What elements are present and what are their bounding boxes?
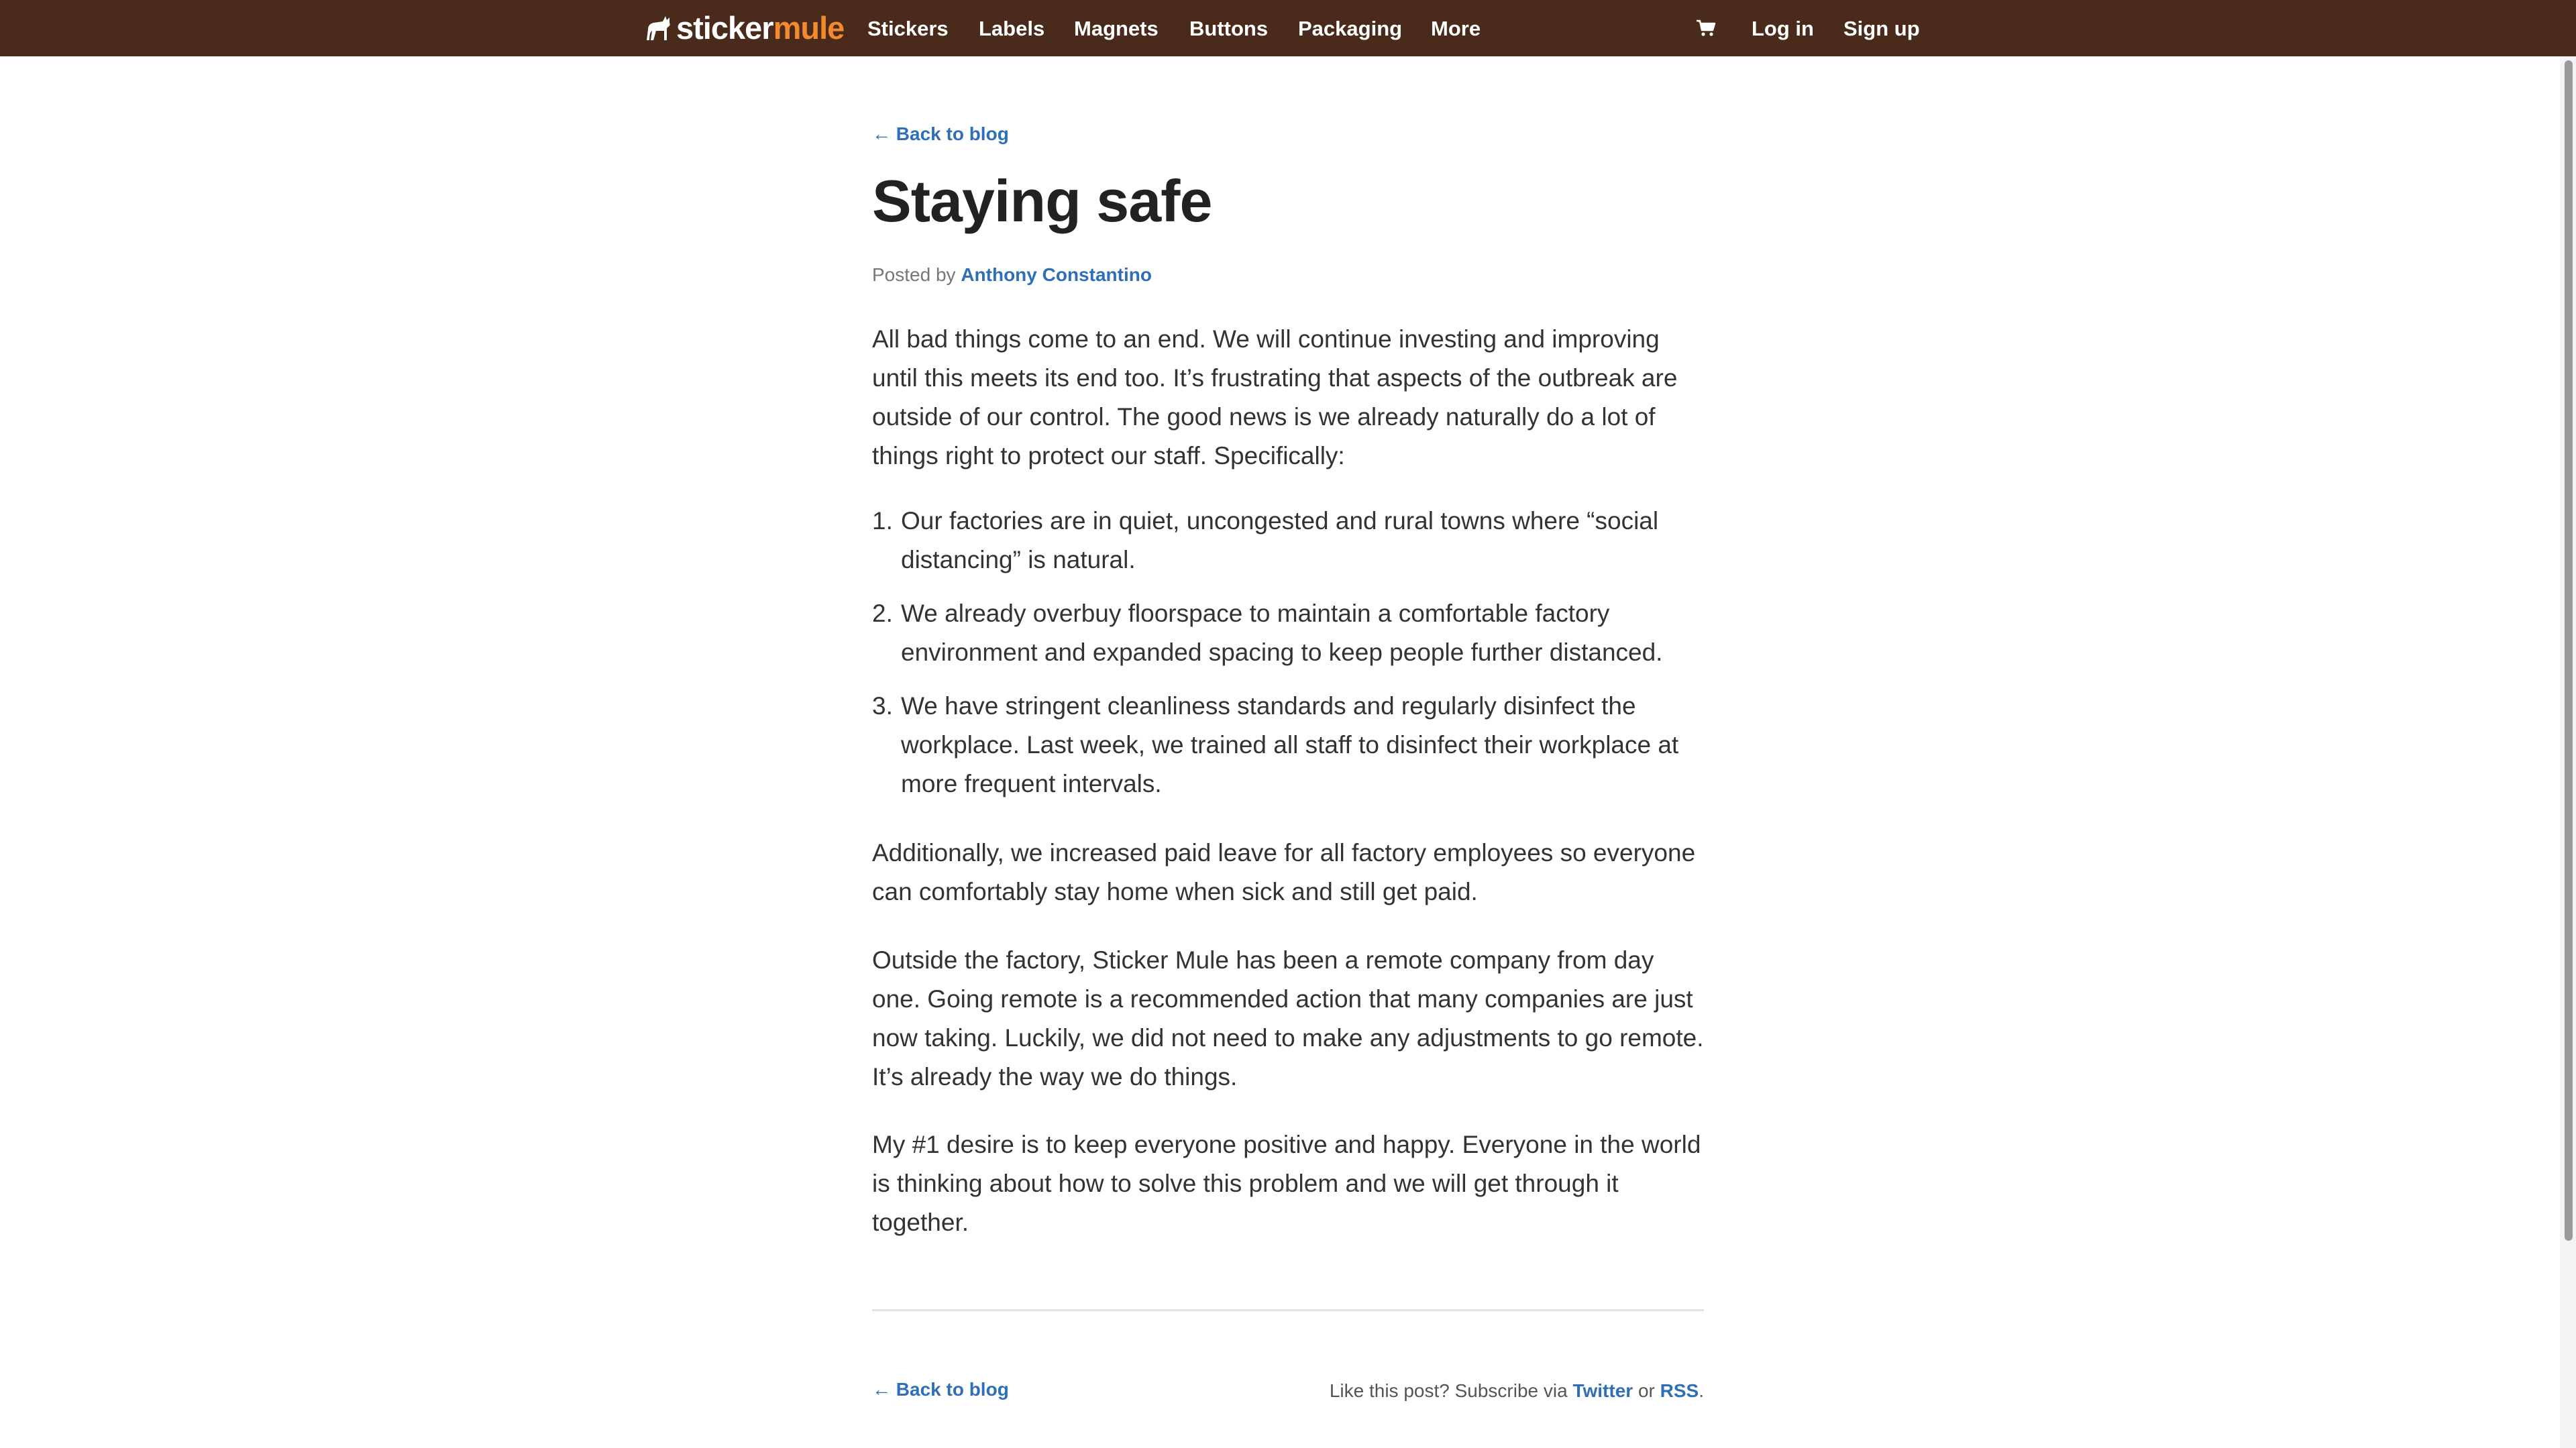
rss-link[interactable]: RSS — [1660, 1380, 1699, 1401]
subscribe-period: . — [1699, 1380, 1704, 1401]
logo-wordmark: stickermule — [676, 9, 845, 47]
subscribe-line: Like this post? Subscribe via Twitter or… — [1330, 1380, 1704, 1402]
back-to-blog-link-bottom[interactable]: ← Back to blog — [872, 1379, 1009, 1400]
sticker-mule-logo[interactable]: stickermule — [644, 9, 845, 47]
list-item-text: We already overbuy floorspace to maintai… — [901, 600, 1663, 666]
cart-icon — [1697, 19, 1716, 36]
top-nav-bar: stickermule Stickers Labels Magnets Butt… — [0, 0, 2576, 56]
list-item-number: 3. — [872, 692, 893, 720]
scrollbar-thumb[interactable] — [2565, 60, 2573, 1241]
nav-item-more[interactable]: More — [1431, 0, 1481, 56]
footer-divider — [872, 1309, 1704, 1311]
list-item-text: We have stringent cleanliness standards … — [901, 692, 1679, 797]
paid-leave-paragraph: Additionally, we increased paid leave fo… — [872, 839, 1696, 905]
page-scrollbar[interactable] — [2560, 56, 2576, 1448]
nav-container: stickermule Stickers Labels Magnets Butt… — [644, 0, 1920, 56]
byline-prefix: Posted by — [872, 264, 956, 285]
twitter-link[interactable]: Twitter — [1572, 1380, 1633, 1401]
list-item-text: Our factories are in quiet, uncongested … — [901, 507, 1659, 573]
safety-measures-list: 1. Our factories are in quiet, uncongest… — [872, 502, 1704, 818]
list-item: 3. We have stringent cleanliness standar… — [872, 687, 1704, 803]
intro-paragraph: All bad things come to an end. We will c… — [872, 325, 1678, 469]
nav-item-buttons[interactable]: Buttons — [1189, 0, 1268, 56]
cart-button[interactable] — [1696, 19, 1716, 38]
list-item: 1. Our factories are in quiet, uncongest… — [872, 502, 1704, 579]
subscribe-or: or — [1638, 1380, 1655, 1401]
nav-item-labels[interactable]: Labels — [979, 0, 1044, 56]
logo-text-sticker: sticker — [676, 10, 774, 46]
list-item-number: 2. — [872, 600, 893, 627]
logo-text-mule: mule — [773, 10, 845, 46]
subscribe-prefix: Like this post? Subscribe via — [1329, 1380, 1568, 1401]
author-link[interactable]: Anthony Constantino — [961, 264, 1152, 285]
list-item-number: 1. — [872, 507, 893, 535]
closing-paragraph: My #1 desire is to keep everyone positiv… — [872, 1131, 1701, 1236]
signup-link[interactable]: Sign up — [1843, 0, 1920, 56]
nav-item-packaging[interactable]: Packaging — [1298, 0, 1402, 56]
list-item: 2. We already overbuy floorspace to main… — [872, 594, 1704, 672]
nav-item-magnets[interactable]: Magnets — [1074, 0, 1159, 56]
page-title: Staying safe — [872, 168, 1212, 234]
back-to-blog-link-top[interactable]: ← Back to blog — [872, 123, 1009, 145]
login-link[interactable]: Log in — [1752, 0, 1814, 56]
remote-company-paragraph: Outside the factory, Sticker Mule has be… — [872, 946, 1704, 1091]
nav-item-stickers[interactable]: Stickers — [867, 0, 949, 56]
mule-logo-icon — [647, 16, 670, 40]
byline: Posted by Anthony Constantino — [872, 264, 1152, 286]
